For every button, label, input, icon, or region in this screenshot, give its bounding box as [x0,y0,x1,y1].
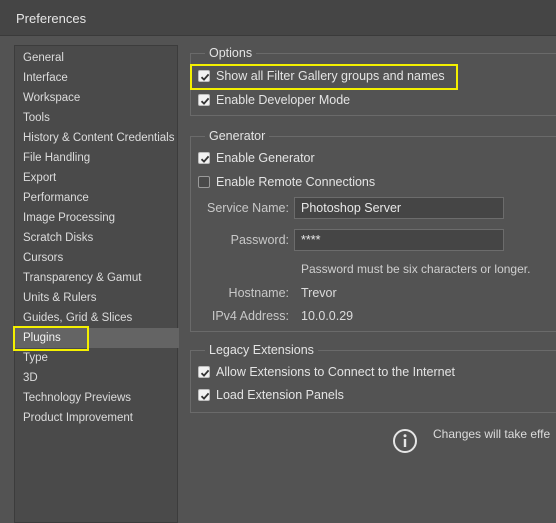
sidebar-item-performance[interactable]: Performance [15,188,179,208]
developer-mode-label: Enable Developer Mode [216,93,351,107]
title-bar: Preferences [0,0,556,36]
developer-mode-checkbox[interactable]: Enable Developer Mode [198,92,350,108]
sidebar-item-image-processing[interactable]: Image Processing [15,208,179,228]
enable-generator-checkbox[interactable]: Enable Generator [198,150,315,166]
load-panels-label: Load Extension Panels [216,388,344,402]
remote-connections-checkbox[interactable]: Enable Remote Connections [198,174,375,190]
show-filter-gallery-checkbox[interactable]: Show all Filter Gallery groups and names [198,68,445,84]
sidebar-item-transparency[interactable]: Transparency & Gamut [15,268,179,288]
checkbox-unchecked-icon [198,176,210,188]
legacy-extensions-group [190,350,556,413]
sidebar: General Interface Workspace Tools Histor… [14,45,179,523]
sidebar-item-guides[interactable]: Guides, Grid & Slices [15,308,179,328]
checkbox-checked-icon [198,94,210,106]
ipv4-value: 10.0.0.29 [301,309,354,323]
sidebar-item-tools[interactable]: Tools [15,108,179,128]
generator-legend: Generator [205,129,270,143]
allow-internet-label: Allow Extensions to Connect to the Inter… [216,365,456,379]
password-note: Password must be six characters or longe… [301,262,531,276]
checkbox-checked-icon [198,152,210,164]
legacy-extensions-legend: Legacy Extensions [205,343,318,357]
show-filter-gallery-label: Show all Filter Gallery groups and names [216,69,445,83]
checkbox-checked-icon [198,389,210,401]
checkbox-checked-icon [198,366,210,378]
load-panels-checkbox[interactable]: Load Extension Panels [198,387,344,403]
sidebar-item-product-improvement[interactable]: Product Improvement [15,408,179,428]
sidebar-item-workspace[interactable]: Workspace [15,88,179,108]
service-name-label: Service Name: [207,201,289,215]
allow-internet-checkbox[interactable]: Allow Extensions to Connect to the Inter… [198,364,455,380]
sidebar-item-units-rulers[interactable]: Units & Rulers [15,288,179,308]
sidebar-item-scratch-disks[interactable]: Scratch Disks [15,228,179,248]
sidebar-item-technology-previews[interactable]: Technology Previews [15,388,179,408]
sidebar-item-plugins[interactable]: Plugins [15,328,179,348]
sidebar-item-history[interactable]: History & Content Credentials [15,128,179,148]
info-icon [393,429,417,453]
enable-generator-label: Enable Generator [216,151,315,165]
options-legend: Options [205,46,257,60]
ipv4-label: IPv4 Address: [211,309,289,323]
remote-connections-label: Enable Remote Connections [216,175,376,189]
hostname-label: Hostname: [228,286,289,300]
sidebar-item-export[interactable]: Export [15,168,179,188]
sidebar-item-cursors[interactable]: Cursors [15,248,179,268]
sidebar-item-file-handling[interactable]: File Handling [15,148,179,168]
sidebar-item-interface[interactable]: Interface [15,68,179,88]
password-label: Password: [230,233,289,247]
hostname-value: Trevor [301,286,337,300]
service-name-input[interactable] [294,197,504,219]
password-input[interactable] [294,229,504,251]
sidebar-item-3d[interactable]: 3D [15,368,179,388]
window-title: Preferences [16,11,87,26]
sidebar-item-type[interactable]: Type [15,348,179,368]
checkbox-checked-icon [198,70,210,82]
changes-info-text: Changes will take effe [433,427,551,441]
sidebar-item-general[interactable]: General [15,48,179,68]
